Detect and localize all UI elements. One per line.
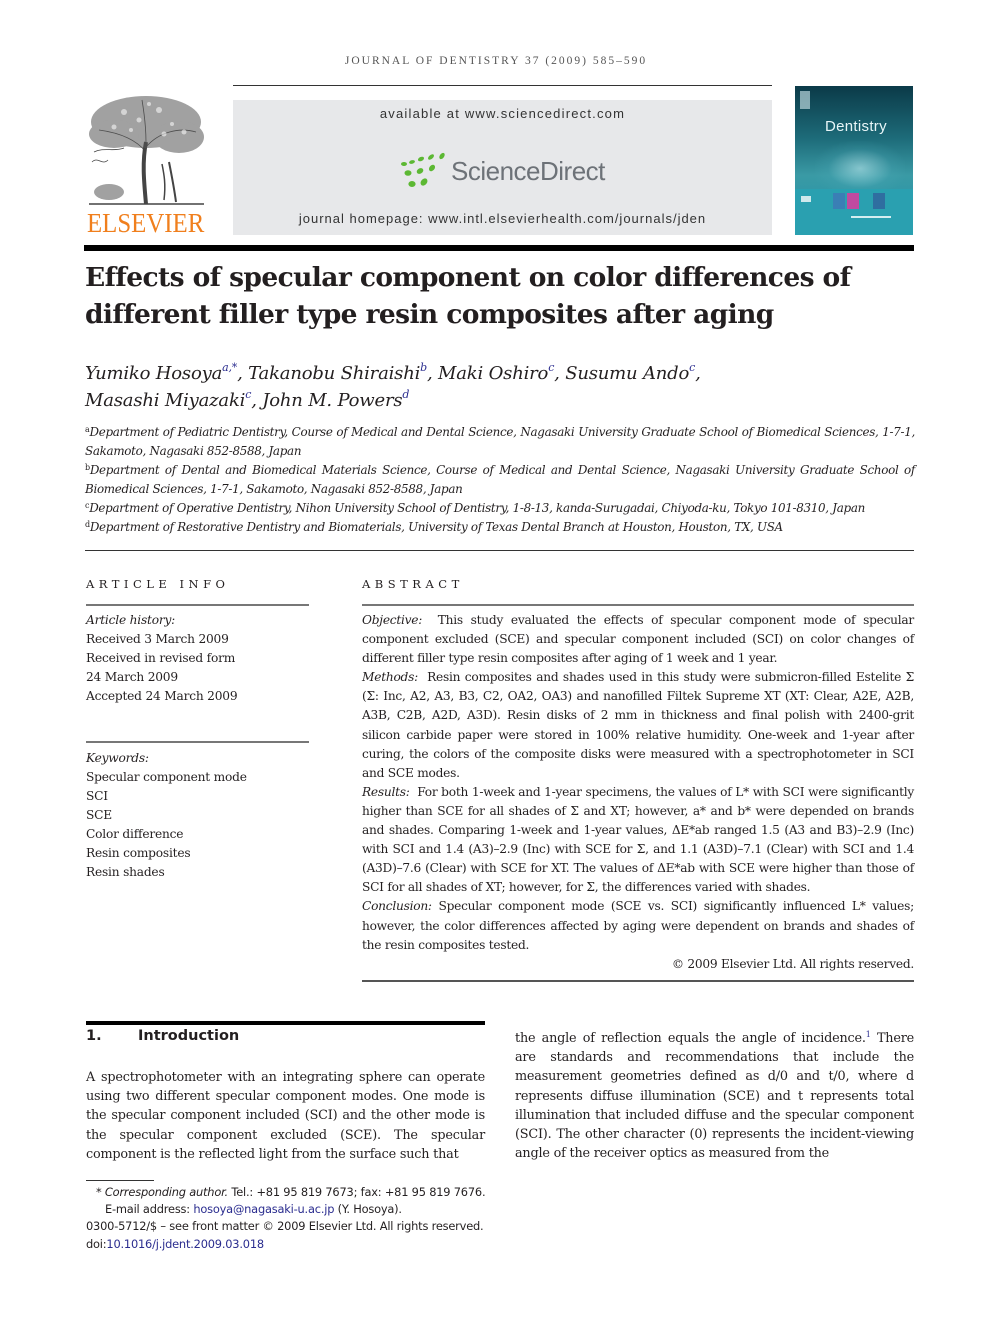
affiliation-item: dDepartment of Restorative Dentistry and… [85,520,783,534]
keywords-heading: Keywords: [86,751,149,765]
affiliation-item: bDepartment of Dental and Biomedical Mat… [85,463,915,496]
affiliation-item: cDepartment of Operative Dentistry, Niho… [85,501,865,515]
affiliations-divider [85,550,914,551]
article-history: Article history: Received 3 March 2009 R… [86,611,316,706]
email-link[interactable]: hosoya@nagasaki-u.ac.jp [193,1202,334,1216]
abstract-conclusion: Conclusion: Specular component mode (SCE… [362,899,915,952]
elsevier-tree-icon [89,96,204,205]
running-head: JOURNAL OF DENTISTRY 37 (2009) 585–590 [344,55,648,67]
section-rule [86,1021,485,1025]
sciencedirect-wordmark: ScienceDirect [451,156,605,186]
elsevier-logo[interactable]: ELSEVIER [84,92,214,238]
history-item: Received 3 March 2009 [86,632,229,646]
doi-link[interactable]: 10.1016/j.jdent.2009.03.018 [106,1237,264,1251]
abstract-body: Objective: This study evaluated the effe… [362,611,914,974]
email-line: E-mail address: hosoya@nagasaki-u.ac.jp … [105,1202,402,1217]
history-item: 24 March 2009 [86,670,178,684]
author[interactable]: Yumiko Hosoyaa,* [85,361,237,384]
article-title: Effects of specular component on color d… [85,262,851,330]
abstract-objective: Objective: This study evaluated the effe… [362,613,915,666]
header-thick-rule [84,245,914,251]
intro-right-column: the angle of reflection equals the angle… [515,1030,914,1162]
affiliation-marker[interactable]: d [402,388,409,401]
journal-homepage-link[interactable]: journal homepage: www.intl.elsevierhealt… [233,211,772,226]
cover-thumbnail [833,193,845,209]
keyword-item: Resin composites [86,846,191,860]
keywords: Keywords: Specular component mode SCI SC… [86,749,316,882]
corresponding-author-note: * Corresponding author. Tel.: +81 95 819… [96,1185,486,1199]
author[interactable]: Takanobu Shiraishib [248,361,427,384]
footnotes: * Corresponding author. Tel.: +81 95 819… [86,1184,526,1253]
keyword-item: Color difference [86,827,184,841]
sciencedirect-banner: available at www.sciencedirect.com Scien… [233,100,772,235]
author[interactable]: Susumu Andoc [565,362,695,384]
keyword-item: SCE [86,808,112,822]
sciencedirect-logo[interactable]: ScienceDirect [398,152,608,192]
affiliation-item: aDepartment of Pediatric Dentistry, Cour… [85,425,915,458]
abstract-methods: Methods: Resin composites and shades use… [362,670,914,780]
available-at-link[interactable]: available at www.sciencedirect.com [233,106,772,121]
section-title: Introduction [138,1028,240,1044]
affiliations: aDepartment of Pediatric Dentistry, Cour… [85,423,915,537]
cover-photo [815,141,905,196]
history-item: Accepted 24 March 2009 [86,689,238,703]
doi-line: doi:10.1016/j.jdent.2009.03.018 [86,1236,264,1251]
sciencedirect-dots-icon [401,152,445,187]
cover-thumbnail [847,193,859,209]
elsevier-wordmark: ELSEVIER [87,208,205,238]
cover-logo-badge [800,91,810,109]
abstract-heading: ABSTRACT [362,577,464,591]
keyword-item: SCI [86,789,108,803]
author[interactable]: John M. Powersd [262,388,409,411]
section-heading-introduction: 1. Introduction [86,1028,239,1044]
header-rule [233,85,772,86]
article-history-heading: Article history: [86,613,176,627]
section-number: 1. [86,1028,102,1044]
affiliation-marker[interactable]: a,* [222,361,237,374]
keyword-item: Specular component mode [86,770,247,784]
cover-tag [801,196,811,202]
issn-line: 0300-5712/$ – see front matter © 2009 El… [86,1219,484,1234]
author[interactable]: Maki Oshiroc [438,362,554,384]
affiliation-marker[interactable]: b [420,361,427,374]
author-list: Yumiko Hosoyaa,*, Takanobu Shiraishib, M… [85,361,701,411]
intro-left-column: A spectrophotometer with an integrating … [86,1070,485,1162]
keywords-rule [86,741,309,743]
abstract-rule [362,604,914,606]
footnote-rule [86,1180,154,1181]
abstract-copyright: © 2009 Elsevier Ltd. All rights reserved… [671,956,914,971]
abstract-results: Results: For both 1-week and 1-year spec… [362,784,914,895]
author[interactable]: Masashi Miyazakic [85,389,251,411]
history-item: Received in revised form [86,651,236,665]
abstract-end-rule [362,980,914,982]
cover-title: Dentistry [825,118,887,135]
article-info-heading: ARTICLE INFO [86,577,230,591]
cover-subtitle [851,216,891,218]
article-info-rule [86,604,309,606]
keyword-item: Resin shades [86,865,165,879]
journal-cover-image[interactable]: Dentistry [795,86,913,235]
cover-thumbnail [873,193,885,209]
